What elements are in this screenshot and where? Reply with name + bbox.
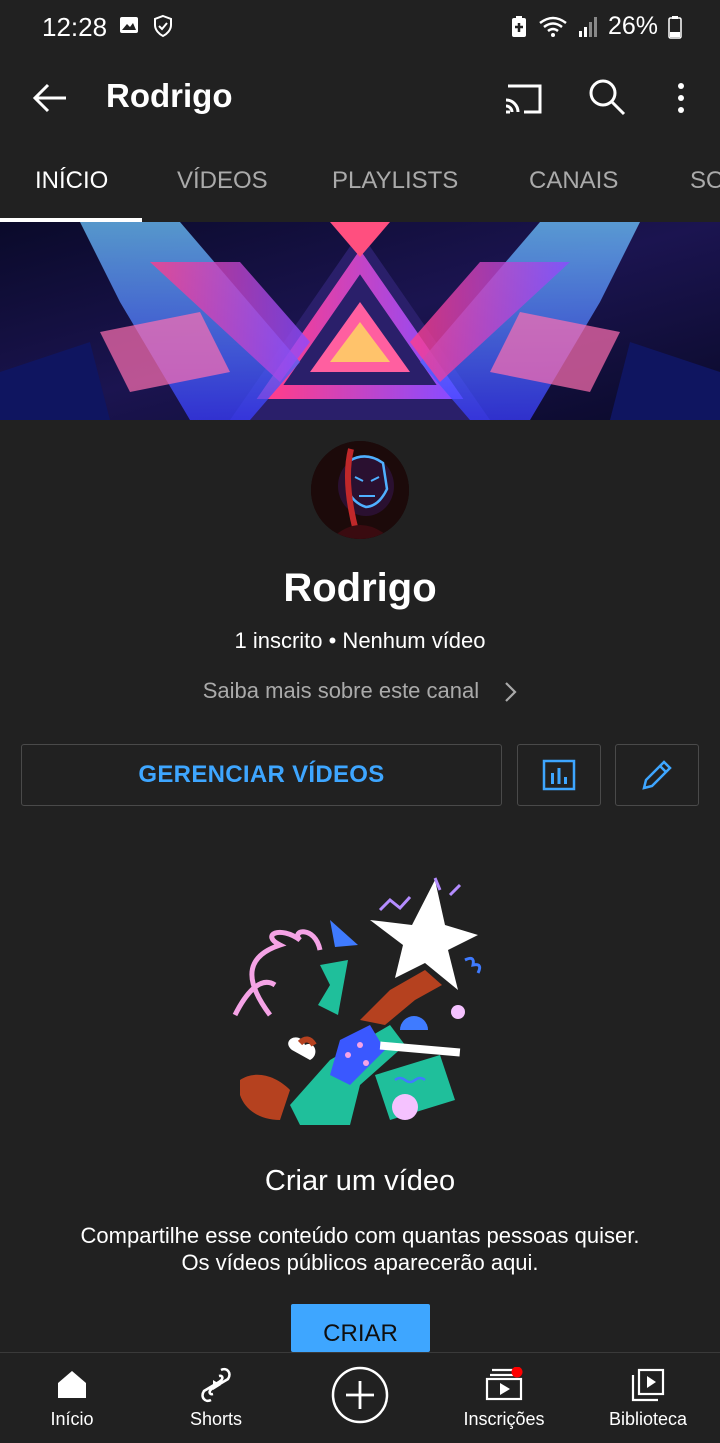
analytics-button[interactable] xyxy=(517,744,601,806)
status-bar: 12:28 26% xyxy=(0,0,720,56)
create-plus-icon[interactable] xyxy=(331,1366,389,1424)
empty-desc-line2: Os vídeos públicos aparecerão aqui. xyxy=(181,1250,539,1275)
bottom-navigation: Início Shorts Inscrições Biblioteca xyxy=(0,1352,720,1443)
nav-subscriptions-label: Inscrições xyxy=(463,1409,545,1429)
channel-tabs: INÍCIO VÍDEOS PLAYLISTS CANAIS SO xyxy=(0,140,720,222)
home-icon xyxy=(58,1371,86,1398)
empty-state-title: Criar um vídeo xyxy=(264,1165,456,1197)
library-icon xyxy=(631,1368,665,1402)
edit-pencil-icon xyxy=(642,760,672,790)
tab-inicio[interactable]: INÍCIO xyxy=(35,140,108,222)
app-bar: Rodrigo xyxy=(0,56,720,140)
tab-canais[interactable]: CANAIS xyxy=(529,140,618,222)
create-video-illustration xyxy=(232,877,482,1125)
channel-banner xyxy=(0,222,720,420)
cast-icon[interactable] xyxy=(502,78,544,118)
analytics-icon xyxy=(542,759,576,791)
edit-channel-button[interactable] xyxy=(615,744,699,806)
subscriptions-icon xyxy=(485,1367,523,1401)
page-title: Rodrigo xyxy=(106,77,233,114)
channel-stats: 1 inscrito • Nenhum vídeo xyxy=(234,628,486,653)
status-time: 12:28 xyxy=(42,12,108,42)
tab-playlists[interactable]: PLAYLISTS xyxy=(332,140,458,222)
channel-name: Rodrigo xyxy=(283,566,437,610)
wifi-icon xyxy=(539,16,567,37)
create-button[interactable]: CRIAR xyxy=(291,1304,430,1352)
image-icon xyxy=(120,17,138,33)
shield-icon xyxy=(154,14,172,38)
nav-home-label: Início xyxy=(50,1409,94,1429)
battery-saver-icon xyxy=(511,15,526,37)
nav-subscriptions[interactable]: Inscrições xyxy=(432,1353,576,1443)
tab-videos[interactable]: VÍDEOS xyxy=(177,140,268,222)
avatar[interactable] xyxy=(311,441,409,539)
battery-percentage: 26% xyxy=(607,12,658,40)
nav-home[interactable]: Início xyxy=(0,1353,144,1443)
about-link-label: Saiba mais sobre este canal xyxy=(202,678,480,703)
nav-library-label: Biblioteca xyxy=(608,1409,688,1429)
nav-shorts-label: Shorts xyxy=(189,1409,243,1429)
empty-state-description: Compartilhe esse conteúdo com quantas pe… xyxy=(0,1222,720,1276)
nav-shorts[interactable]: Shorts xyxy=(144,1353,288,1443)
nav-library[interactable]: Biblioteca xyxy=(576,1353,720,1443)
more-vert-icon[interactable] xyxy=(664,76,698,120)
shorts-icon xyxy=(201,1367,231,1403)
chevron-right-icon xyxy=(505,682,517,702)
signal-icon xyxy=(578,16,597,37)
back-arrow-icon[interactable] xyxy=(28,76,72,120)
manage-videos-button[interactable]: GERENCIAR VÍDEOS xyxy=(21,744,502,806)
search-icon[interactable] xyxy=(586,76,628,118)
tab-sobre[interactable]: SO xyxy=(690,140,720,222)
about-channel-link[interactable]: Saiba mais sobre este canal xyxy=(0,678,720,704)
empty-desc-line1: Compartilhe esse conteúdo com quantas pe… xyxy=(80,1223,640,1248)
battery-icon xyxy=(668,15,682,39)
